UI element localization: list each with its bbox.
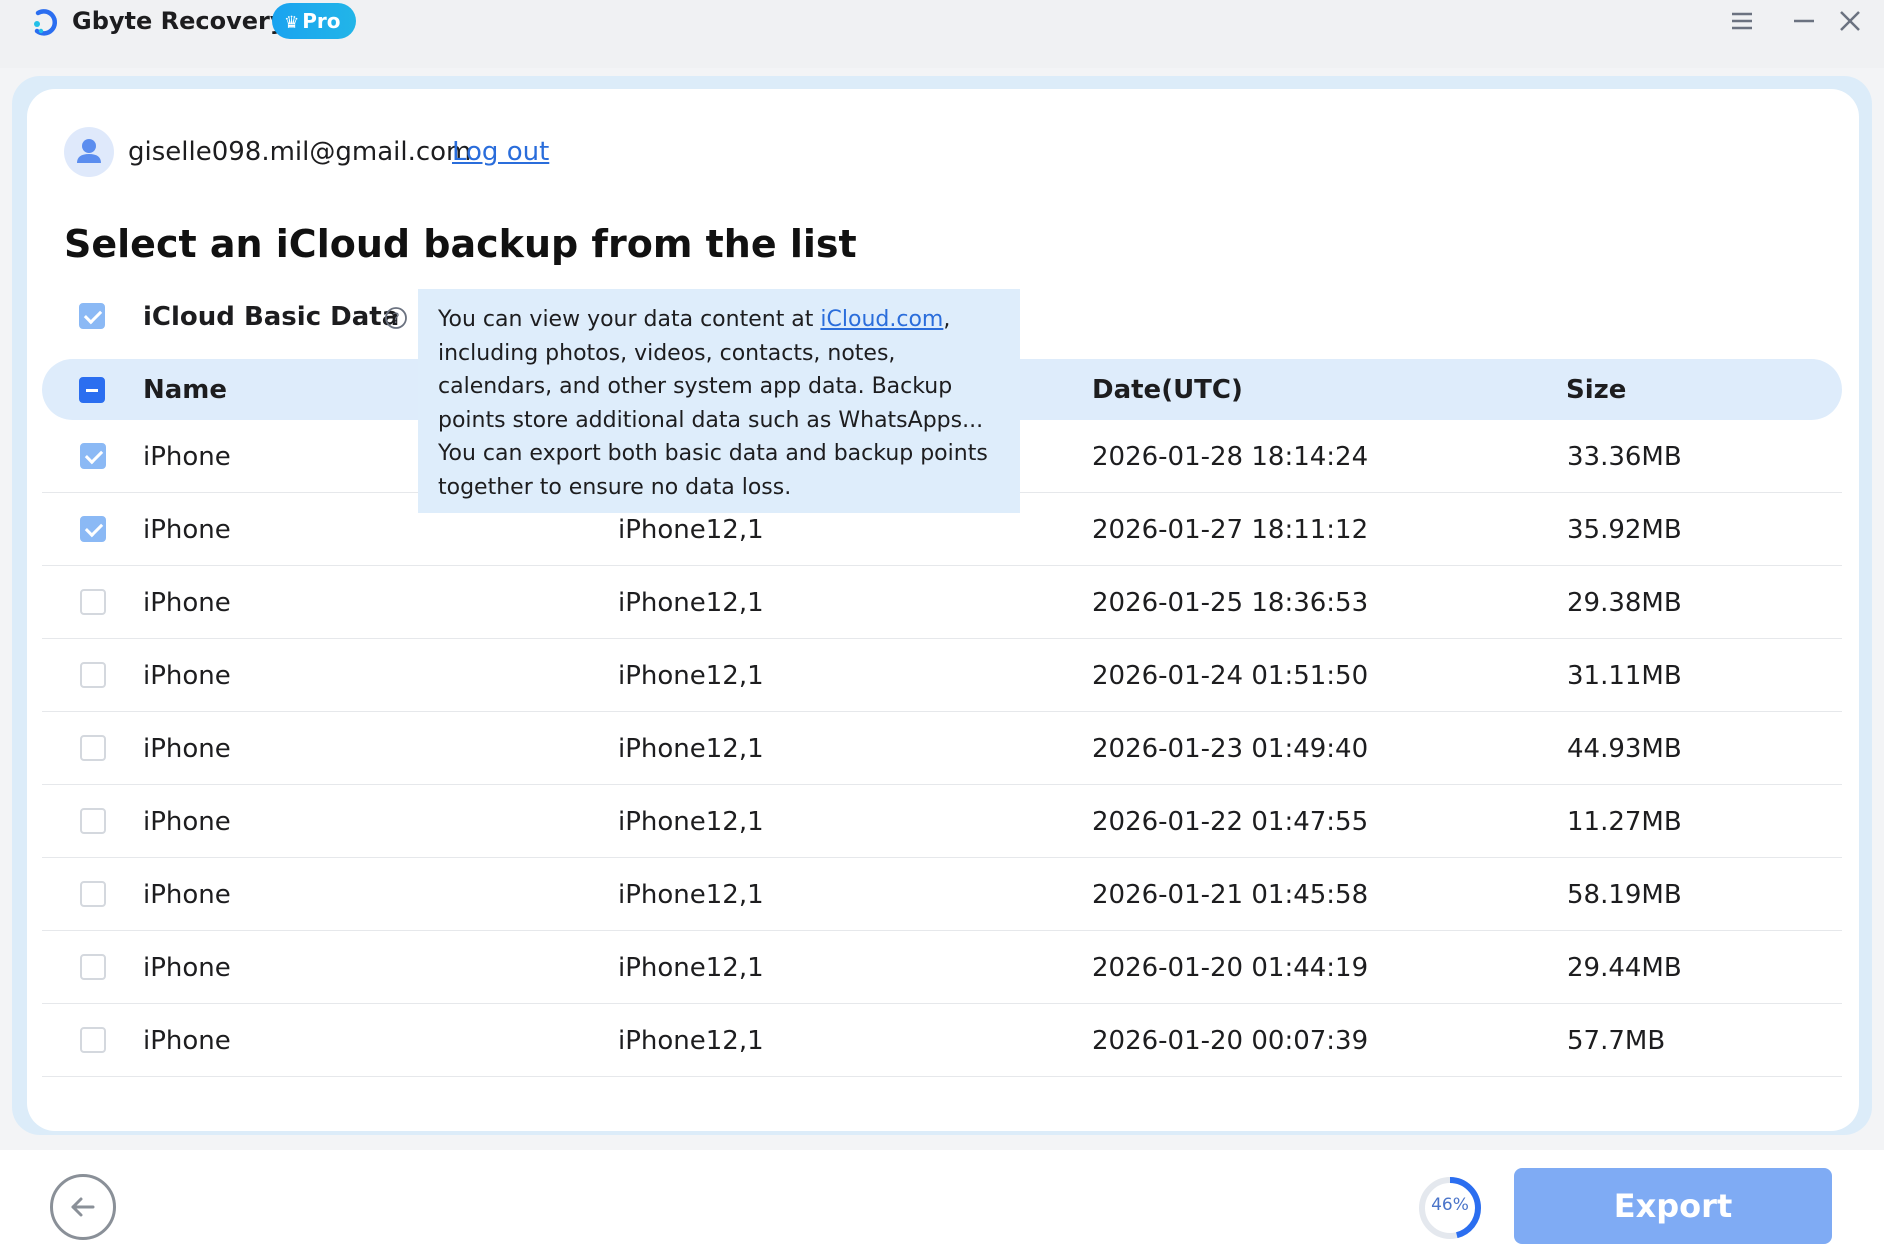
basic-data-checkbox[interactable] <box>79 303 105 329</box>
icloud-link[interactable]: iCloud.com <box>820 307 943 332</box>
row-model: iPhone12,1 <box>618 734 764 764</box>
row-size: 58.19MB <box>1567 880 1682 910</box>
progress-label: 46% <box>1431 1195 1469 1215</box>
minimize-icon[interactable] <box>1786 6 1822 36</box>
close-icon[interactable] <box>1832 6 1868 36</box>
column-header-size[interactable]: Size <box>1566 375 1626 405</box>
logout-link[interactable]: Log out <box>452 137 549 167</box>
row-date: 2026-01-22 01:47:55 <box>1092 807 1369 837</box>
row-checkbox[interactable] <box>80 881 106 907</box>
pro-badge-label: Pro <box>302 9 341 33</box>
row-model: iPhone12,1 <box>618 807 764 837</box>
row-size: 33.36MB <box>1567 442 1682 472</box>
table-row[interactable]: iPhone iPhone12,1 2026-01-22 01:47:55 11… <box>42 785 1842 858</box>
pro-badge: ♛ Pro <box>272 3 356 39</box>
row-date: 2026-01-25 18:36:53 <box>1092 588 1369 618</box>
row-size: 11.27MB <box>1567 807 1682 837</box>
row-size: 29.44MB <box>1567 953 1682 983</box>
hamburger-icon[interactable] <box>1724 6 1760 36</box>
row-model: iPhone12,1 <box>618 515 764 545</box>
table-row[interactable]: iPhone iPhone12,1 2026-01-25 18:36:53 29… <box>42 566 1842 639</box>
row-size: 44.93MB <box>1567 734 1682 764</box>
row-model: iPhone12,1 <box>618 1026 764 1056</box>
row-date: 2026-01-20 01:44:19 <box>1092 953 1369 983</box>
row-checkbox[interactable] <box>80 589 106 615</box>
column-header-date[interactable]: Date(UTC) <box>1092 375 1243 405</box>
table-row[interactable]: iPhone iPhone12,1 2026-01-21 01:45:58 58… <box>42 858 1842 931</box>
title-bar: Gbyte Recovery ♛ Pro <box>0 0 1884 68</box>
row-checkbox[interactable] <box>80 954 106 980</box>
row-name: iPhone <box>143 807 231 837</box>
row-date: 2026-01-24 01:51:50 <box>1092 661 1369 691</box>
account-email: giselle098.mil@gmail.com <box>128 137 472 167</box>
crown-icon: ♛ <box>284 13 300 33</box>
row-size: 31.11MB <box>1567 661 1682 691</box>
row-size: 57.7MB <box>1567 1026 1666 1056</box>
table-row[interactable]: iPhone iPhone12,1 2026-01-23 01:49:40 44… <box>42 712 1842 785</box>
table-row[interactable]: iPhone iPhone12,1 2026-01-20 00:07:39 57… <box>42 1004 1842 1077</box>
page-title: Select an iCloud backup from the list <box>64 222 857 266</box>
row-name: iPhone <box>143 588 231 618</box>
row-name: iPhone <box>143 661 231 691</box>
row-checkbox[interactable] <box>80 735 106 761</box>
avatar <box>64 127 114 177</box>
row-name: iPhone <box>143 442 231 472</box>
row-model: iPhone12,1 <box>618 588 764 618</box>
row-date: 2026-01-23 01:49:40 <box>1092 734 1369 764</box>
row-checkbox[interactable] <box>80 443 106 469</box>
app-name: Gbyte Recovery <box>72 7 286 35</box>
row-size: 35.92MB <box>1567 515 1682 545</box>
row-checkbox[interactable] <box>80 808 106 834</box>
row-name: iPhone <box>143 734 231 764</box>
table-row[interactable]: iPhone iPhone12,1 2026-01-20 01:44:19 29… <box>42 931 1842 1004</box>
row-model: iPhone12,1 <box>618 953 764 983</box>
help-icon[interactable]: ? <box>384 306 408 330</box>
arrow-left-icon <box>71 1197 95 1217</box>
row-model: iPhone12,1 <box>618 661 764 691</box>
back-button[interactable] <box>50 1174 116 1240</box>
user-icon <box>77 139 101 163</box>
row-name: iPhone <box>143 880 231 910</box>
export-button[interactable]: Export <box>1514 1168 1832 1244</box>
row-checkbox[interactable] <box>80 1027 106 1053</box>
select-all-checkbox[interactable] <box>79 377 105 403</box>
row-checkbox[interactable] <box>80 516 106 542</box>
column-header-name[interactable]: Name <box>143 375 227 405</box>
row-date: 2026-01-27 18:11:12 <box>1092 515 1369 545</box>
row-size: 29.38MB <box>1567 588 1682 618</box>
row-name: iPhone <box>143 953 231 983</box>
basic-data-tooltip: You can view your data content at iCloud… <box>418 289 1020 513</box>
row-name: iPhone <box>143 1026 231 1056</box>
svg-text:?: ? <box>392 311 399 327</box>
row-date: 2026-01-21 01:45:58 <box>1092 880 1369 910</box>
row-name: iPhone <box>143 515 231 545</box>
row-checkbox[interactable] <box>80 662 106 688</box>
table-row[interactable]: iPhone iPhone12,1 2026-01-24 01:51:50 31… <box>42 639 1842 712</box>
row-date: 2026-01-28 18:14:24 <box>1092 442 1369 472</box>
tooltip-text-prefix: You can view your data content at <box>438 307 821 332</box>
row-model: iPhone12,1 <box>618 880 764 910</box>
basic-data-label: iCloud Basic Data <box>143 302 400 332</box>
app-logo-icon <box>28 4 64 40</box>
row-date: 2026-01-20 00:07:39 <box>1092 1026 1369 1056</box>
tooltip-text-suffix: , including photos, videos, contacts, no… <box>438 307 988 500</box>
